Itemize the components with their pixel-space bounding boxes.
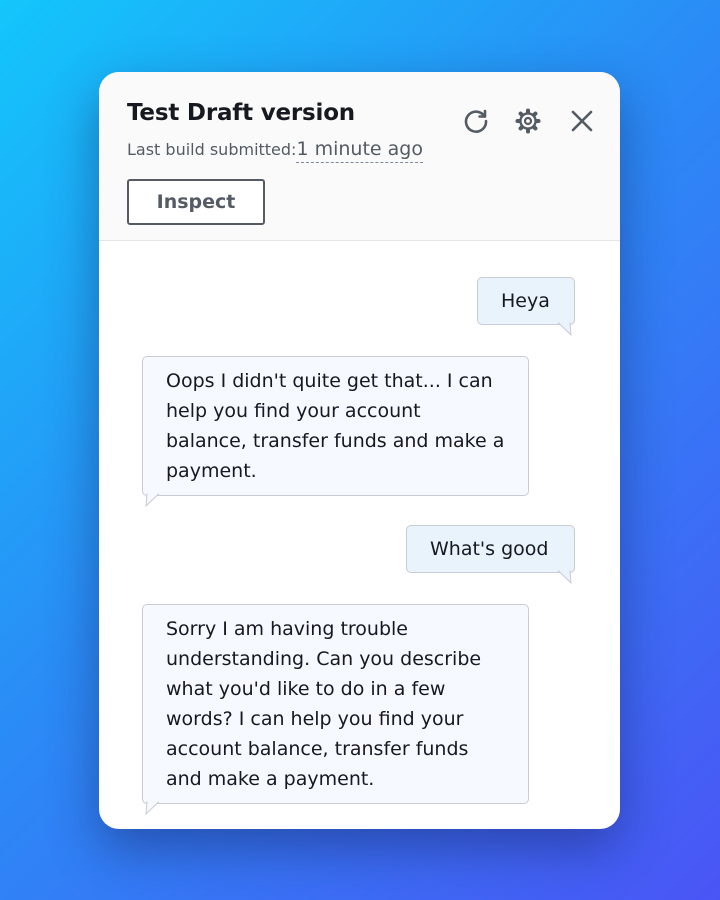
user-message: Heya <box>477 277 575 336</box>
refresh-icon <box>464 109 488 133</box>
close-icon <box>571 110 593 132</box>
bubble-tail <box>145 493 159 507</box>
close-button[interactable] <box>565 104 599 138</box>
bot-message: Oops I didn't quite get that... I can he… <box>142 356 529 507</box>
inspect-button[interactable]: Inspect <box>127 179 265 225</box>
message-text: Sorry I am having trouble understanding.… <box>166 618 482 790</box>
settings-button[interactable] <box>511 104 545 138</box>
bubble-tail <box>145 801 159 815</box>
build-time-link[interactable]: 1 minute ago <box>296 138 423 163</box>
panel-title: Test Draft version <box>127 100 355 126</box>
bubble-tail <box>558 570 572 584</box>
test-chat-panel: Test Draft version Last build submitted:… <box>99 72 620 829</box>
user-message: What's good <box>406 525 575 584</box>
message-text: Oops I didn't quite get that... I can he… <box>166 370 505 482</box>
build-status-label: Last build submitted: <box>127 140 297 159</box>
refresh-button[interactable] <box>459 104 493 138</box>
panel-header: Test Draft version Last build submitted:… <box>99 72 620 241</box>
message-text: Heya <box>501 290 550 312</box>
message-text: What's good <box>430 538 549 560</box>
bot-message: Sorry I am having trouble understanding.… <box>142 604 529 815</box>
bubble-tail <box>558 322 572 336</box>
settings-icon <box>515 108 541 134</box>
build-status: Last build submitted:1 minute ago <box>127 138 423 163</box>
